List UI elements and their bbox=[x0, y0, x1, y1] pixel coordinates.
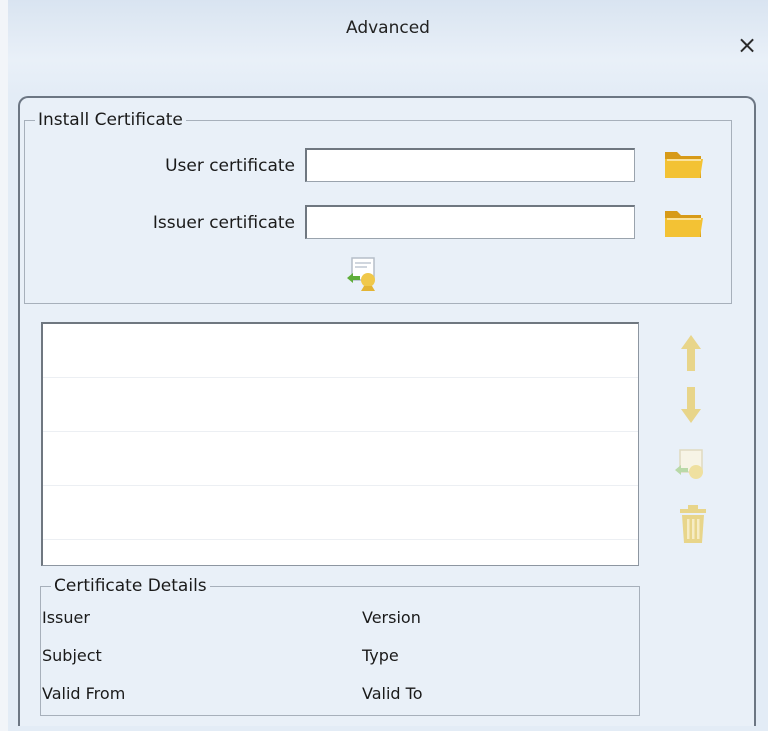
arrow-down-icon bbox=[681, 387, 701, 423]
trash-icon bbox=[680, 505, 706, 543]
issuer-label: Issuer bbox=[42, 608, 90, 627]
subject-label: Subject bbox=[42, 646, 102, 665]
user-certificate-label: User certificate bbox=[165, 156, 295, 176]
install-certificate-legend: Install Certificate bbox=[38, 110, 183, 130]
valid-to-label: Valid To bbox=[362, 684, 423, 703]
install-certificate-icon bbox=[347, 257, 375, 291]
certificate-icon bbox=[675, 449, 703, 479]
move-down-button[interactable] bbox=[680, 385, 702, 429]
list-item[interactable] bbox=[43, 486, 638, 540]
issuer-certificate-input[interactable] bbox=[305, 205, 635, 239]
user-certificate-input[interactable] bbox=[305, 148, 635, 182]
move-up-button[interactable] bbox=[680, 333, 702, 377]
arrow-up-icon bbox=[681, 335, 701, 371]
folder-icon bbox=[665, 211, 703, 237]
list-item[interactable] bbox=[43, 324, 638, 378]
certificate-details-group: Certificate Details bbox=[40, 576, 640, 716]
valid-from-label: Valid From bbox=[42, 684, 126, 703]
browse-user-certificate-button[interactable] bbox=[663, 146, 705, 182]
type-label: Type bbox=[362, 646, 399, 665]
issuer-certificate-label: Issuer certificate bbox=[152, 213, 295, 233]
list-item[interactable] bbox=[43, 432, 638, 486]
version-label: Version bbox=[362, 608, 421, 627]
view-certificate-button[interactable] bbox=[672, 448, 712, 488]
certificate-details-legend: Certificate Details bbox=[54, 576, 207, 596]
dialog-title: Advanced bbox=[346, 18, 430, 38]
browse-issuer-certificate-button[interactable] bbox=[663, 205, 705, 241]
certificate-list[interactable] bbox=[41, 322, 639, 566]
list-item[interactable] bbox=[43, 378, 638, 432]
delete-button[interactable] bbox=[678, 505, 708, 549]
folder-icon bbox=[665, 152, 703, 178]
close-button[interactable]: × bbox=[736, 33, 758, 57]
install-certificate-button[interactable] bbox=[344, 256, 384, 292]
